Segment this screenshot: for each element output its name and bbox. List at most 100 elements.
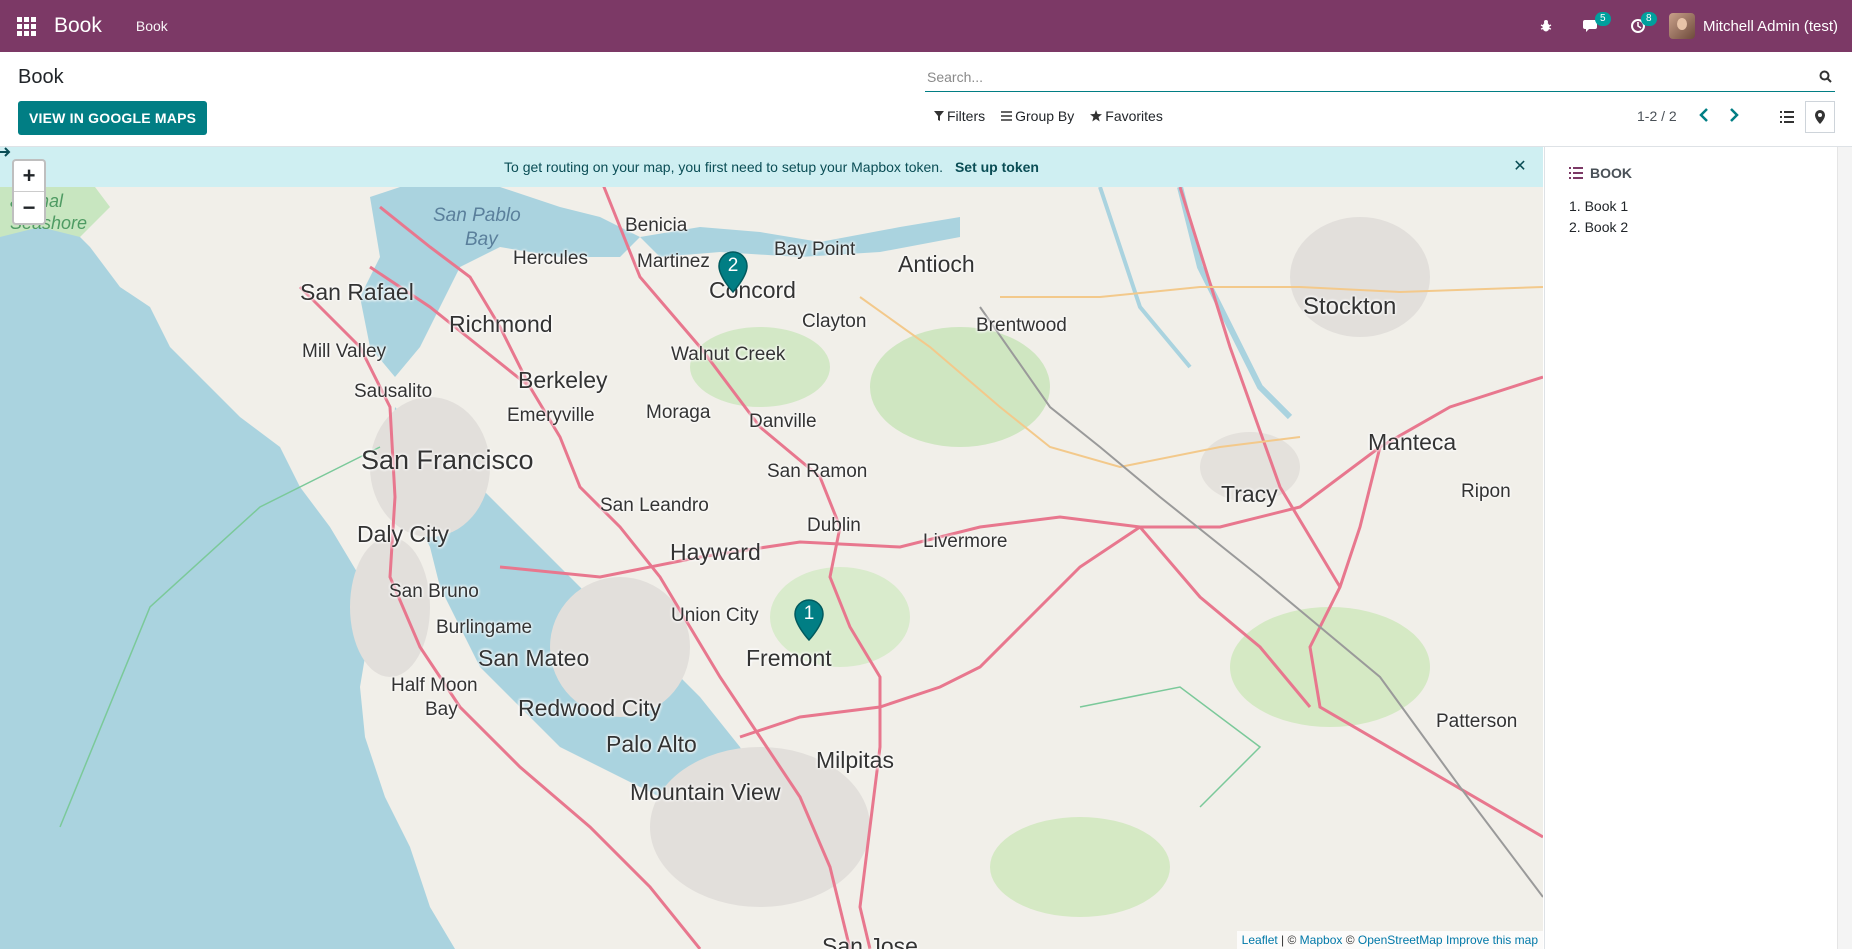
user-menu[interactable]: Mitchell Admin (test)	[1661, 0, 1852, 52]
favorites-button[interactable]: Favorites	[1090, 108, 1163, 124]
page-scrollbar[interactable]	[1837, 147, 1852, 949]
activities-badge: 8	[1640, 12, 1657, 26]
user-name: Mitchell Admin (test)	[1702, 17, 1838, 35]
list-item[interactable]: 1. Book 1	[1569, 196, 1628, 217]
map-label: Walnut Creek	[671, 344, 786, 365]
top-navbar: Book Book 5 8 Mitchell Admin (test)	[0, 0, 1852, 52]
filters-button[interactable]: Filters	[934, 108, 985, 124]
map-marker-2[interactable]: 2	[718, 251, 748, 293]
map-label: Palo Alto	[606, 731, 697, 757]
pager-next-button[interactable]	[1721, 102, 1747, 128]
map-label: San Ramon	[767, 461, 868, 482]
map-label: Bay	[425, 699, 458, 720]
map-attribution: Leaflet | © Mapbox © OpenStreetMap Impro…	[1236, 931, 1543, 949]
map-label: Union City	[671, 605, 759, 626]
pager-value[interactable]: 1-2 / 2	[1637, 108, 1677, 124]
mapbox-link[interactable]: Mapbox	[1300, 933, 1343, 947]
map-label: Burlingame	[436, 617, 533, 638]
map-label: Emeryville	[507, 405, 595, 426]
osm-link[interactable]: OpenStreetMap	[1358, 933, 1443, 947]
filters-label: Filters	[947, 108, 986, 124]
map-label: Patterson	[1436, 711, 1518, 732]
map-label: San Francisco	[361, 445, 534, 475]
map-label: Fremont	[746, 645, 832, 671]
marker-number: 1	[803, 603, 815, 624]
records-side-panel: BOOK 1. Book 1 2. Book 2	[1544, 147, 1837, 949]
attribution-copy: ©	[1342, 933, 1358, 947]
map-label: San Leandro	[600, 495, 709, 516]
marker-number: 2	[727, 255, 739, 276]
map-label: Manteca	[1368, 429, 1457, 455]
menu-item-book[interactable]: Book	[136, 18, 168, 34]
map-marker-icon	[1815, 110, 1825, 124]
search-icon[interactable]	[1815, 67, 1835, 87]
chevron-right-icon	[1730, 108, 1739, 122]
filter-icon	[934, 111, 944, 121]
group-by-icon	[1001, 111, 1013, 121]
search-input[interactable]	[925, 68, 1815, 85]
app-brand[interactable]: Book	[54, 14, 102, 38]
group-by-label: Group By	[1015, 108, 1075, 124]
avatar	[1668, 13, 1695, 39]
map-label: Clayton	[802, 311, 867, 332]
map-label: San Bruno	[389, 581, 479, 602]
setup-token-link[interactable]: Set up token	[0, 147, 1039, 175]
leaflet-link[interactable]: Leaflet	[1242, 933, 1278, 947]
activities-clock-icon[interactable]: 8	[1615, 0, 1661, 52]
map-label: Half Moon	[391, 675, 478, 696]
search-bar	[925, 62, 1835, 92]
messages-icon[interactable]: 5	[1569, 0, 1615, 52]
map-label: Mountain View	[630, 779, 781, 805]
control-panel: Book VIEW IN GOOGLE MAPS Filters Group B…	[0, 52, 1852, 147]
map-label: Tracy	[1221, 481, 1278, 507]
breadcrumb: Book	[18, 66, 64, 88]
map-label: Mill Valley	[302, 341, 387, 362]
list-item[interactable]: 2. Book 2	[1569, 217, 1628, 238]
view-in-google-maps-button[interactable]: VIEW IN GOOGLE MAPS	[18, 101, 208, 135]
map-label: Martinez	[637, 251, 710, 272]
list-icon	[1780, 111, 1794, 123]
map-label: Brentwood	[976, 315, 1067, 336]
records-list: 1. Book 1 2. Book 2	[1569, 196, 1628, 238]
mapbox-token-alert: To get routing on your map, you first ne…	[0, 147, 1543, 187]
map-label: Moraga	[646, 402, 711, 423]
side-panel-title: BOOK	[1590, 165, 1632, 181]
zoom-in-button[interactable]: +	[14, 161, 44, 192]
map-label: Hayward	[670, 539, 761, 565]
debug-bug-icon[interactable]	[1523, 0, 1569, 52]
map-label: Antioch	[898, 251, 975, 277]
apps-menu-icon[interactable]	[0, 0, 52, 52]
map-label: Sausalito	[354, 381, 433, 402]
list-view-button[interactable]	[1772, 101, 1802, 133]
map-label: San Mateo	[478, 645, 590, 671]
map-label: Stockton	[1303, 293, 1397, 320]
map-label: Redwood City	[518, 695, 662, 721]
alert-close-icon[interactable]: ✕	[1511, 157, 1529, 175]
messages-badge: 5	[1594, 12, 1611, 26]
zoom-control: + −	[12, 159, 46, 225]
zoom-out-button[interactable]: −	[14, 192, 44, 223]
map-label: Bay Point	[774, 239, 856, 260]
map-marker-1[interactable]: 1	[794, 599, 824, 641]
map-label: Hercules	[513, 248, 588, 269]
list-icon	[1569, 167, 1583, 179]
alert-text: To get routing on your map, you first ne…	[504, 159, 943, 175]
arrow-right-icon	[0, 147, 11, 157]
pager-previous-button[interactable]	[1691, 102, 1717, 128]
group-by-button[interactable]: Group By	[1001, 108, 1074, 124]
map-view-button[interactable]	[1805, 101, 1835, 133]
map-label: Dublin	[807, 515, 861, 536]
improve-map-link[interactable]: Improve this map	[1446, 933, 1538, 947]
map-label: Ripon	[1461, 481, 1511, 502]
side-panel-header: BOOK	[1569, 165, 1632, 181]
map-label: San Rafael	[300, 279, 414, 305]
map-view[interactable]: To get routing on your map, you first ne…	[0, 147, 1543, 949]
map-label: San Jose	[822, 933, 918, 949]
map-label: Daly City	[357, 521, 450, 547]
star-icon	[1090, 110, 1103, 122]
chevron-left-icon	[1699, 108, 1708, 122]
favorites-label: Favorites	[1105, 108, 1163, 124]
map-label: San Pablo	[433, 205, 521, 226]
map-label: Bay	[465, 229, 498, 250]
map-label: Benicia	[625, 215, 688, 236]
